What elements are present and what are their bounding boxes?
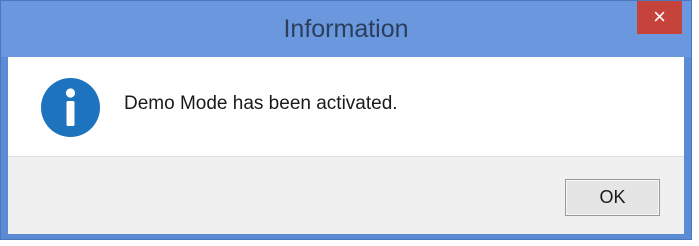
window-title: Information xyxy=(283,15,409,43)
dialog-content: Demo Mode has been activated. xyxy=(8,57,684,156)
close-icon: × xyxy=(653,4,666,29)
titlebar[interactable]: Information × xyxy=(1,1,691,57)
info-icon xyxy=(41,78,100,137)
close-button[interactable]: × xyxy=(637,1,682,34)
dialog-window: Information × Demo Mode has been activat… xyxy=(0,0,692,240)
dialog-footer: OK xyxy=(8,156,684,234)
ok-button[interactable]: OK xyxy=(565,179,660,216)
dialog-message: Demo Mode has been activated. xyxy=(124,93,398,114)
